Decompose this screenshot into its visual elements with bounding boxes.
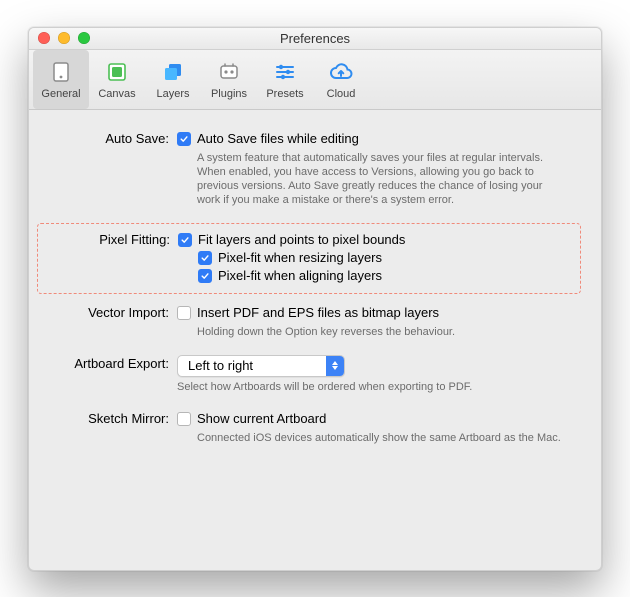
row-autosave: Auto Save: Auto Save files while editing… xyxy=(47,130,571,207)
checkbox-icon xyxy=(177,306,191,320)
sketchmirror-checkbox[interactable]: Show current Artboard xyxy=(177,410,571,428)
tab-label: Presets xyxy=(266,88,303,100)
autosave-checkbox[interactable]: Auto Save files while editing xyxy=(177,130,571,148)
row-vectorimport: Vector Import: Insert PDF and EPS files … xyxy=(47,304,571,339)
pixelfit-resize-checkbox[interactable]: Pixel-fit when resizing layers xyxy=(178,249,570,267)
checkbox-label: Pixel-fit when aligning layers xyxy=(218,267,382,285)
close-button[interactable] xyxy=(38,32,50,44)
tab-label: General xyxy=(41,88,80,100)
autosave-help: A system feature that automatically save… xyxy=(177,151,571,207)
label-sketchmirror: Sketch Mirror: xyxy=(47,410,177,426)
toolbar: General Canvas Layers Plugins Presets xyxy=(29,50,601,110)
checkbox-label: Insert PDF and EPS files as bitmap layer… xyxy=(197,304,439,322)
window-title: Preferences xyxy=(29,31,601,46)
cloud-icon xyxy=(327,58,355,86)
tab-general[interactable]: General xyxy=(33,50,89,109)
row-pixelfitting: Pixel Fitting: Fit layers and points to … xyxy=(48,231,570,285)
row-sketchmirror: Sketch Mirror: Show current Artboard Con… xyxy=(47,410,571,445)
tab-canvas[interactable]: Canvas xyxy=(89,50,145,109)
checkbox-icon xyxy=(178,233,192,247)
pixelfit-bounds-checkbox[interactable]: Fit layers and points to pixel bounds xyxy=(178,231,570,249)
plugins-icon xyxy=(215,58,243,86)
checkbox-label: Auto Save files while editing xyxy=(197,130,359,148)
minimize-button[interactable] xyxy=(58,32,70,44)
checkbox-icon xyxy=(177,132,191,146)
traffic-lights xyxy=(29,32,90,44)
presets-icon xyxy=(271,58,299,86)
select-value: Left to right xyxy=(178,358,326,373)
checkbox-icon xyxy=(198,251,212,265)
tab-presets[interactable]: Presets xyxy=(257,50,313,109)
tab-plugins[interactable]: Plugins xyxy=(201,50,257,109)
zoom-button[interactable] xyxy=(78,32,90,44)
artboardexport-help: Select how Artboards will be ordered whe… xyxy=(177,380,571,394)
tab-cloud[interactable]: Cloud xyxy=(313,50,369,109)
tab-label: Cloud xyxy=(327,88,356,100)
label-pixelfitting: Pixel Fitting: xyxy=(48,231,178,247)
checkbox-label: Fit layers and points to pixel bounds xyxy=(198,231,405,249)
tab-label: Canvas xyxy=(98,88,135,100)
layers-icon xyxy=(159,58,187,86)
content-pane: Auto Save: Auto Save files while editing… xyxy=(29,110,601,570)
label-autosave: Auto Save: xyxy=(47,130,177,146)
vectorimport-checkbox[interactable]: Insert PDF and EPS files as bitmap layer… xyxy=(177,304,571,322)
tab-label: Plugins xyxy=(211,88,247,100)
artboard-order-select[interactable]: Left to right xyxy=(177,355,345,377)
tab-label: Layers xyxy=(156,88,189,100)
pixel-fitting-highlight: Pixel Fitting: Fit layers and points to … xyxy=(37,223,581,294)
checkbox-label: Show current Artboard xyxy=(197,410,326,428)
checkbox-icon xyxy=(177,412,191,426)
label-artboardexport: Artboard Export: xyxy=(47,355,177,371)
checkbox-icon xyxy=(198,269,212,283)
pixelfit-align-checkbox[interactable]: Pixel-fit when aligning layers xyxy=(178,267,570,285)
preferences-window: Preferences General Canvas Layers Plugin… xyxy=(28,27,602,571)
titlebar: Preferences xyxy=(29,28,601,50)
vectorimport-help: Holding down the Option key reverses the… xyxy=(177,325,571,339)
tab-layers[interactable]: Layers xyxy=(145,50,201,109)
checkbox-label: Pixel-fit when resizing layers xyxy=(218,249,382,267)
general-icon xyxy=(47,58,75,86)
row-artboardexport: Artboard Export: Left to right Select ho… xyxy=(47,355,571,394)
sketchmirror-help: Connected iOS devices automatically show… xyxy=(177,431,571,445)
select-stepper-icon xyxy=(326,356,344,376)
canvas-icon xyxy=(103,58,131,86)
label-vectorimport: Vector Import: xyxy=(47,304,177,320)
